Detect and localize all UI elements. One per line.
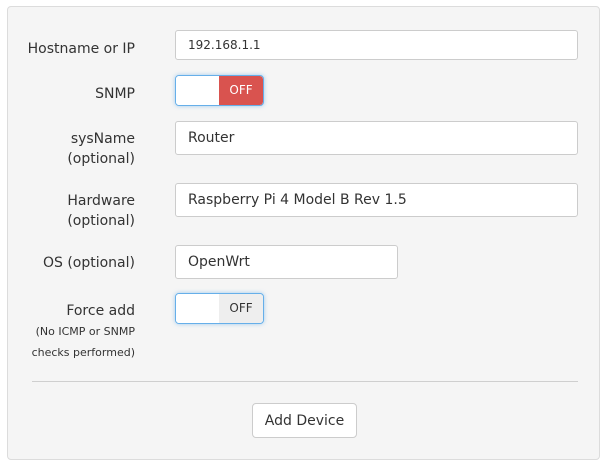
force-add-toggle[interactable]: OFF xyxy=(175,293,264,324)
snmp-label: SNMP xyxy=(95,86,135,102)
hostname-label: Hostname or IP xyxy=(27,41,135,57)
sysname-optional-label: (optional) xyxy=(67,151,135,167)
os-input[interactable] xyxy=(175,245,398,279)
hardware-input[interactable] xyxy=(175,183,578,217)
sysname-label: sysName xyxy=(70,131,135,147)
hardware-label: Hardware xyxy=(67,193,135,209)
form-divider xyxy=(32,381,578,382)
hostname-input[interactable] xyxy=(175,30,578,60)
snmp-toggle-handle xyxy=(176,76,219,105)
add-device-form: Hostname or IP SNMP OFF sysName (optiona… xyxy=(7,6,600,460)
sysname-input[interactable] xyxy=(175,121,578,155)
snmp-toggle-state: OFF xyxy=(219,76,263,105)
force-add-toggle-handle xyxy=(176,294,219,323)
force-add-note-line1: (No ICMP or SNMP xyxy=(35,325,135,338)
add-device-button[interactable]: Add Device xyxy=(252,403,357,438)
force-add-toggle-state: OFF xyxy=(219,294,263,323)
os-label: OS (optional) xyxy=(42,255,135,271)
hardware-optional-label: (optional) xyxy=(67,213,135,229)
snmp-toggle[interactable]: OFF xyxy=(175,75,264,106)
force-add-label: Force add xyxy=(66,303,135,319)
force-add-note-line2: checks performed) xyxy=(31,346,135,359)
